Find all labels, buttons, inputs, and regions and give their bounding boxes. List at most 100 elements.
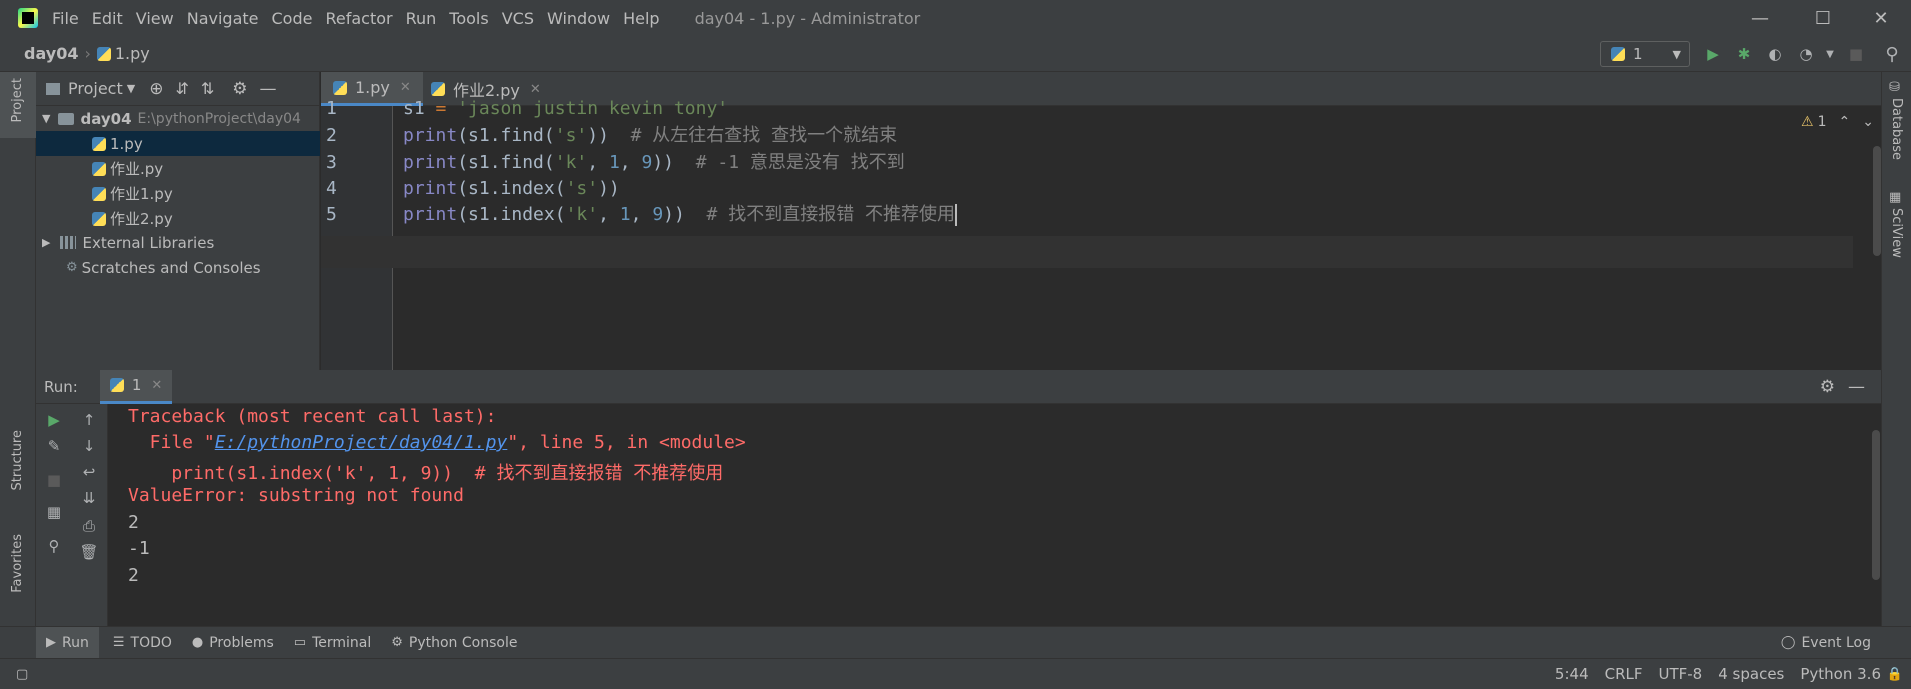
menu-code[interactable]: Code [272, 9, 313, 28]
run-icon[interactable]: ▶ [1703, 44, 1723, 64]
trash-icon[interactable]: 🗑 [79, 542, 99, 562]
menu-run[interactable]: Run [406, 9, 437, 28]
more-run-chevron-icon[interactable]: ▼ [1820, 44, 1840, 64]
navigation-bar: day04 › 1.py 1 ▼ ▶ ✱ ◐ ◔ ▼ ■ ⚲ [0, 36, 1911, 72]
string-literal: 'k' [554, 152, 588, 173]
output-scrollbar[interactable] [1872, 430, 1880, 580]
favorites-stripe-button[interactable]: Favorites [10, 534, 25, 593]
run-tab[interactable]: 1 ✕ [99, 369, 173, 404]
method-name: find [500, 125, 544, 146]
print-icon[interactable]: ⎙ [79, 516, 99, 536]
down-arrow-icon[interactable]: ↓ [79, 436, 99, 456]
tool-tab-run[interactable]: ▶ Run [36, 626, 99, 659]
code-editor[interactable]: 1 2 3 4 5 s1 = 'jason justin kevin tony'… [321, 98, 1881, 370]
tree-item-file[interactable]: 1.py [36, 131, 320, 156]
maximize-button[interactable]: ☐ [1793, 0, 1853, 36]
previous-highlight-icon[interactable]: ⌃ [1838, 114, 1850, 130]
scroll-to-end-icon[interactable]: ⇊ [79, 488, 99, 508]
rerun-icon[interactable]: ▶ [44, 410, 64, 430]
database-stripe-button[interactable]: Database [1889, 98, 1904, 160]
window-title: day04 - 1.py - Administrator [694, 8, 921, 28]
soft-wrap-icon[interactable]: ↩ [79, 462, 99, 482]
menu-help[interactable]: Help [623, 9, 659, 28]
string-literal: 's' [565, 178, 599, 199]
close-tab-icon[interactable]: ✕ [151, 378, 162, 393]
menu-window[interactable]: Window [547, 9, 610, 28]
tool-tab-problems[interactable]: ● Problems [192, 635, 274, 651]
close-window-button[interactable]: ✕ [1851, 0, 1911, 36]
debug-icon[interactable]: ✱ [1734, 44, 1754, 64]
file-encoding[interactable]: UTF-8 [1659, 665, 1703, 683]
code-punct: , [630, 204, 653, 225]
menu-refactor[interactable]: Refactor [325, 9, 392, 28]
tree-item-file[interactable]: 作业1.py [36, 181, 320, 206]
lock-icon[interactable]: 🔒 [1887, 667, 1903, 682]
caret-position[interactable]: 5:44 [1555, 665, 1589, 683]
sciview-stripe-button[interactable]: SciView [1889, 208, 1904, 258]
gear-icon[interactable]: ⚙ [1820, 377, 1835, 397]
scratches-label: Scratches and Consoles [81, 258, 261, 277]
pin-icon[interactable]: ⚲ [44, 536, 64, 556]
stop-icon[interactable]: ■ [44, 470, 64, 490]
tool-tab-python-console[interactable]: ⚙ Python Console [391, 635, 517, 651]
profile-icon[interactable]: ◔ [1796, 44, 1816, 64]
chevron-right-icon[interactable]: ▶ [42, 236, 50, 249]
next-highlight-icon[interactable]: ⌄ [1862, 114, 1874, 130]
expand-all-icon[interactable]: ⇵ [175, 79, 188, 98]
search-icon[interactable]: ⚲ [1882, 44, 1902, 65]
layout-icon[interactable]: ▦ [44, 502, 64, 522]
file-name: 作业.py [110, 160, 164, 178]
identifier: s1 [403, 98, 425, 119]
tree-item-file[interactable]: 作业.py [36, 156, 320, 181]
project-stripe-button[interactable]: Project [0, 72, 36, 138]
stop-icon[interactable]: ■ [1846, 44, 1866, 64]
output-file-link[interactable]: E:/pythonProject/day04/1.py [215, 432, 508, 453]
breadcrumb-project[interactable]: day04 [24, 44, 78, 63]
menu-view[interactable]: View [136, 9, 174, 28]
menu-file[interactable]: File [52, 9, 79, 28]
locate-icon[interactable]: ⊕ [149, 79, 163, 99]
tree-item-file[interactable]: 作业2.py [36, 206, 320, 231]
tree-item-external-libraries[interactable]: ▶ External Libraries [36, 230, 320, 255]
menu-navigate[interactable]: Navigate [187, 9, 259, 28]
run-config-select[interactable]: 1 ▼ [1600, 41, 1690, 67]
python-interpreter[interactable]: Python 3.6 [1800, 665, 1881, 683]
run-config-label: 1 [1633, 45, 1643, 63]
event-log-button[interactable]: ◯ Event Log [1781, 635, 1871, 651]
right-tool-stripe: ⛁ Database ▦ SciView [1881, 72, 1911, 626]
tree-item-scratches[interactable]: ⚙ Scratches and Consoles [36, 255, 320, 280]
wrench-icon[interactable]: ✎ [44, 436, 64, 456]
current-line-highlight [393, 236, 1853, 268]
menu-vcs[interactable]: VCS [502, 9, 534, 28]
minimize-button[interactable]: — [1730, 0, 1790, 36]
inspection-widget[interactable]: ⚠ 1 ⌃ ⌄ [1801, 114, 1874, 130]
tool-tab-terminal[interactable]: ▭ Terminal [294, 635, 371, 651]
up-arrow-icon[interactable]: ↑ [79, 410, 99, 430]
output-line: print(s1.index('k', 1, 9)) # 找不到直接报错 不推荐… [128, 463, 724, 484]
tool-tab-todo[interactable]: ☰ TODO [113, 635, 172, 651]
collapse-all-icon[interactable]: ⇅ [201, 79, 214, 98]
chevron-down-icon[interactable]: ▼ [127, 82, 135, 95]
text-caret [955, 204, 958, 226]
coverage-icon[interactable]: ◐ [1765, 44, 1785, 64]
indent-setting[interactable]: 4 spaces [1718, 665, 1784, 683]
menu-tools[interactable]: Tools [449, 9, 488, 28]
tree-item-root[interactable]: ▼ day04 E:\pythonProject\day04 [36, 106, 320, 131]
editor-scrollbar[interactable] [1873, 146, 1881, 256]
status-bar: ▢ 5:44 CRLF UTF-8 4 spaces Python 3.6 🔒 [0, 658, 1911, 689]
toggle-tool-windows-icon[interactable]: ▢ [16, 667, 28, 682]
hide-panel-icon[interactable]: — [260, 79, 277, 99]
structure-stripe-button[interactable]: Structure [10, 430, 25, 490]
breadcrumb-file[interactable]: 1.py [115, 44, 150, 63]
project-view-label[interactable]: Project [68, 79, 123, 98]
line-separator[interactable]: CRLF [1605, 665, 1643, 683]
gear-icon[interactable]: ⚙ [232, 79, 247, 99]
database-icon: ⛁ [1889, 80, 1900, 95]
menu-edit[interactable]: Edit [92, 9, 123, 28]
event-log-label: Event Log [1801, 634, 1871, 651]
method-name: find [500, 152, 544, 173]
code-punct: , [598, 204, 620, 225]
code-punct: )) [598, 178, 620, 199]
hide-panel-icon[interactable]: — [1848, 377, 1865, 397]
chevron-down-icon[interactable]: ▼ [42, 112, 50, 125]
